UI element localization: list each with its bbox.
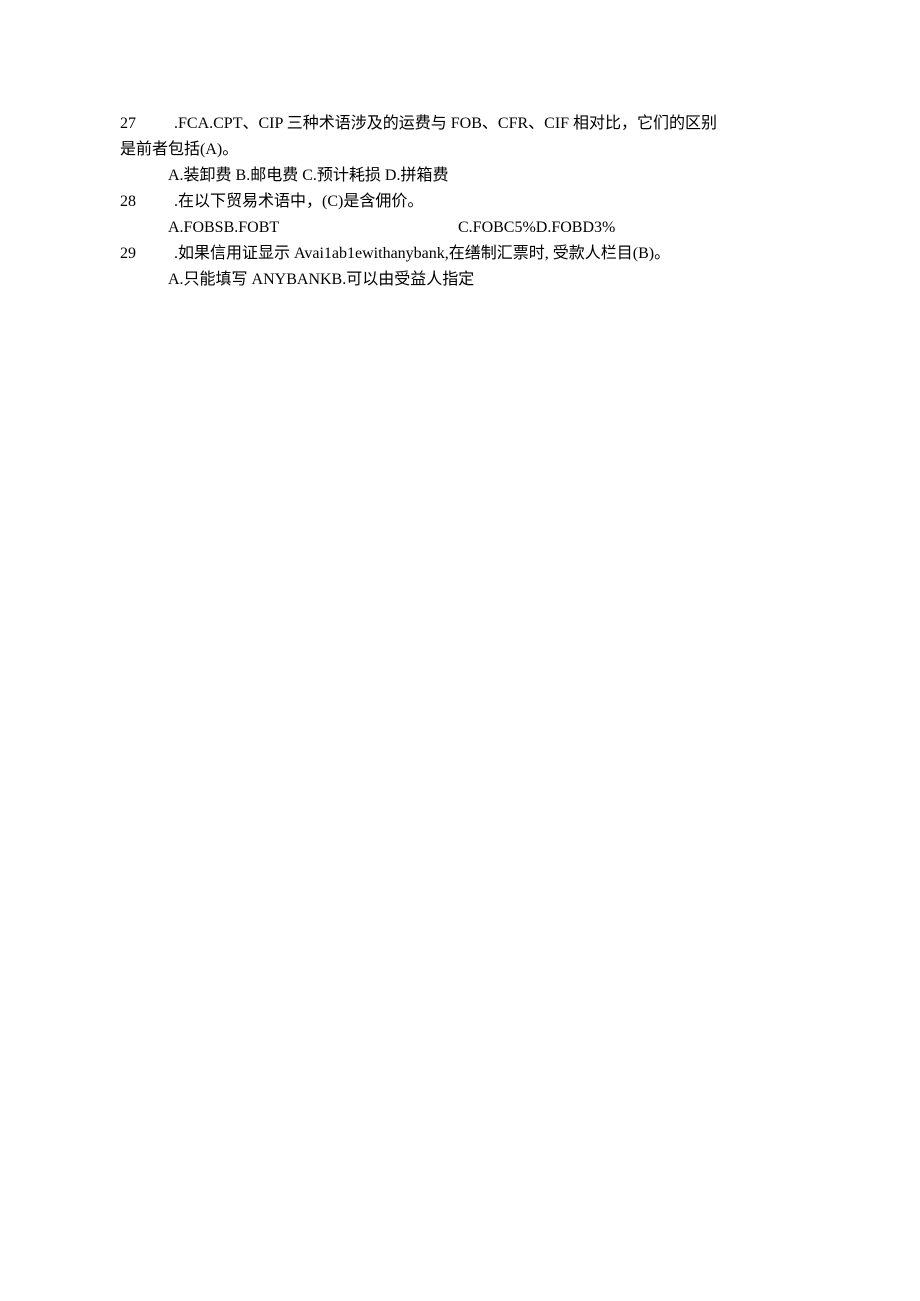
question-27-text-1: .FCA.CPT、CIP 三种术语涉及的运费与 FOB、CFR、CIF 相对比，… bbox=[170, 115, 717, 132]
question-number-28: 28 bbox=[120, 190, 170, 214]
question-27-line-2: 是前者包括(A)。 bbox=[120, 138, 810, 162]
question-27-line-1: 27 .FCA.CPT、CIP 三种术语涉及的运费与 FOB、CFR、CIF 相… bbox=[120, 112, 810, 136]
question-29-options-text: A.只能填写 ANYBANKB.可以由受益人指定 bbox=[168, 271, 474, 288]
question-number-29: 29 bbox=[120, 242, 170, 266]
question-27-options-text: A.装卸费 B.邮电费 C.预计耗损 D.拼箱费 bbox=[168, 167, 448, 184]
question-28-stem: 28 .在以下贸易术语中，(C)是含佣价。 bbox=[120, 190, 810, 214]
question-29-options: A.只能填写 ANYBANKB.可以由受益人指定 bbox=[168, 268, 810, 292]
question-29-text: .如果信用证显示 Avai1ab1ewithanybank,在缮制汇票时, 受款… bbox=[170, 245, 670, 262]
question-27-options: A.装卸费 B.邮电费 C.预计耗损 D.拼箱费 bbox=[168, 164, 810, 188]
question-28-options: A.FOBSB.FOBT C.FOBC5%D.FOBD3% bbox=[168, 216, 810, 240]
document-page: 27 .FCA.CPT、CIP 三种术语涉及的运费与 FOB、CFR、CIF 相… bbox=[0, 0, 920, 1301]
question-number-27: 27 bbox=[120, 112, 170, 136]
question-29-stem: 29 .如果信用证显示 Avai1ab1ewithanybank,在缮制汇票时,… bbox=[120, 242, 810, 266]
question-28-options-right: C.FOBC5%D.FOBD3% bbox=[458, 216, 810, 240]
question-28-text: .在以下贸易术语中，(C)是含佣价。 bbox=[170, 193, 423, 210]
question-27-text-2: 是前者包括(A)。 bbox=[120, 141, 238, 158]
question-28-options-left: A.FOBSB.FOBT bbox=[168, 216, 458, 240]
